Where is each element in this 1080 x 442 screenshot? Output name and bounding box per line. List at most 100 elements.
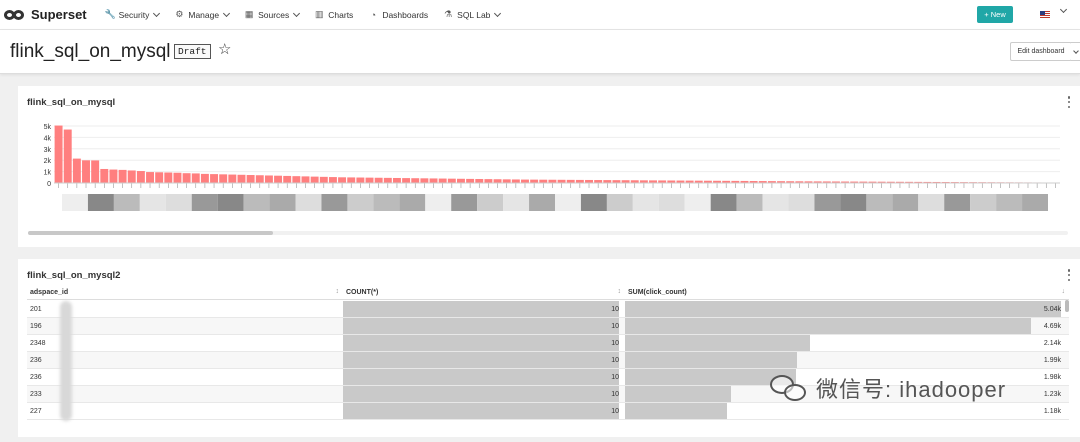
- redaction-blur: [60, 301, 72, 421]
- bar: [328, 177, 337, 183]
- sum-cell: 1.18k: [1043, 408, 1061, 415]
- adspace-id-cell: 236: [30, 374, 42, 381]
- column-header-count[interactable]: COUNT(*) ↕: [343, 285, 625, 300]
- draft-status-badge[interactable]: Draft: [174, 44, 211, 59]
- overview-block: [580, 194, 607, 211]
- bar: [109, 169, 118, 183]
- chevron-down-icon: [293, 9, 301, 17]
- watermark-text: 微信号: ihadooper: [816, 377, 1007, 402]
- column-header-label: SUM(click_count): [628, 288, 687, 296]
- bar: [466, 178, 475, 183]
- count-cell: 10: [611, 357, 619, 364]
- y-tick-label: 2k: [44, 158, 52, 165]
- bar: [136, 171, 145, 183]
- overview-block: [632, 194, 659, 211]
- bar: [228, 174, 237, 183]
- edit-dashboard-button[interactable]: Edit dashboard: [1010, 42, 1072, 61]
- count-cell: 10: [611, 408, 619, 415]
- table-row[interactable]: 2348 10 2.14k: [27, 335, 1069, 352]
- table-row[interactable]: 227 10 1.18k: [27, 403, 1069, 420]
- nav-label: Dashboards: [382, 9, 429, 20]
- nav-label: Security: [118, 9, 150, 20]
- overview-block: [269, 194, 296, 211]
- nav-sources[interactable]: ▦ Sources: [244, 0, 301, 30]
- bar: [493, 179, 502, 183]
- overview-block: [477, 194, 504, 211]
- table-row[interactable]: 196 10 4.69k: [27, 318, 1069, 335]
- bar: [255, 175, 264, 183]
- bar: [338, 177, 347, 183]
- sort-desc-icon[interactable]: ↓: [1062, 288, 1066, 295]
- brand-name: Superset: [31, 7, 87, 22]
- bar: [347, 177, 356, 183]
- bar: [173, 172, 182, 183]
- overview-block: [62, 194, 88, 211]
- bar: [310, 176, 319, 183]
- dashboard-title[interactable]: flink_sql_on_mysql: [10, 41, 171, 63]
- adspace-id-cell: 236: [30, 357, 42, 364]
- nav-security[interactable]: 🔧 Security: [105, 0, 161, 30]
- bar: [63, 129, 72, 183]
- bar: [392, 177, 401, 183]
- overview-block: [710, 194, 737, 211]
- overview-block: [503, 194, 530, 211]
- nav-sql-lab[interactable]: ⚗ SQL Lab: [443, 0, 502, 30]
- overview-block: [347, 194, 374, 211]
- overview-block: [529, 194, 555, 211]
- count-cell: 10: [611, 391, 619, 398]
- bar: [502, 179, 511, 183]
- bar: [274, 175, 283, 183]
- adspace-id-cell: 196: [30, 323, 42, 330]
- adspace-id-cell: 233: [30, 391, 42, 398]
- column-header-sum-click-count[interactable]: SUM(click_count) ↓: [625, 285, 1069, 300]
- bar: [127, 170, 136, 183]
- overview-block: [87, 194, 114, 211]
- bar: [246, 175, 255, 183]
- bar: [91, 160, 100, 183]
- table-row[interactable]: 236 10 1.99k: [27, 352, 1069, 369]
- overview-block: [373, 194, 400, 211]
- new-button[interactable]: + New: [977, 6, 1013, 23]
- chart-horizontal-scrollbar[interactable]: [28, 231, 273, 235]
- table-menu-kebab-icon[interactable]: [1067, 269, 1071, 281]
- sort-icon[interactable]: ↕: [336, 288, 340, 295]
- bar: [191, 173, 200, 183]
- gear-icon: ⚙: [175, 9, 184, 19]
- nav-manage[interactable]: ⚙ Manage: [174, 0, 231, 30]
- overview-block: [814, 194, 841, 211]
- table-row[interactable]: 201 10 5.04k: [27, 301, 1069, 318]
- adspace-id-cell: 2348: [30, 340, 46, 347]
- bar: [457, 178, 465, 183]
- overview-block: [840, 194, 867, 211]
- column-header-adspace-id[interactable]: adspace_id ↕: [27, 285, 343, 300]
- bar: [82, 160, 90, 183]
- overview-block: [425, 194, 452, 211]
- bar: [237, 174, 246, 183]
- brand-link[interactable]: Superset: [4, 0, 105, 30]
- bar: [365, 177, 374, 183]
- edit-dashboard-dropdown-button[interactable]: [1071, 42, 1080, 61]
- overview-block: [944, 194, 971, 211]
- table-vertical-scrollbar[interactable]: [1065, 300, 1069, 312]
- nav-label: Manage: [188, 9, 220, 20]
- nav-charts[interactable]: ▥ Charts: [314, 0, 353, 30]
- overview-block: [217, 194, 244, 211]
- bar: [155, 172, 164, 183]
- bar: [219, 174, 228, 183]
- bar-chart-panel: flink_sql_on_mysql 0 1k 2k 3k 4k 5k: [18, 86, 1080, 247]
- top-navbar: Superset 🔧 Security ⚙ Manage ▦ Sources ▥ Charts…: [0, 0, 1080, 30]
- bar: [54, 125, 63, 183]
- favorite-star-icon[interactable]: ☆: [218, 40, 231, 58]
- bar-chart: 0 1k 2k 3k 4k 5k: [44, 124, 1060, 211]
- bar: [383, 177, 392, 183]
- bar: [283, 175, 292, 183]
- overview-block: [970, 194, 997, 211]
- overview-block: [996, 194, 1023, 211]
- adspace-id-cell: 227: [30, 408, 42, 415]
- superset-logo-icon: [4, 9, 26, 21]
- us-flag-icon[interactable]: [1040, 11, 1050, 18]
- sort-icon[interactable]: ↕: [618, 288, 622, 295]
- nav-label: Sources: [258, 9, 290, 20]
- nav-dashboards[interactable]: ◔ Dashboards: [368, 0, 429, 30]
- overview-block: [139, 194, 166, 211]
